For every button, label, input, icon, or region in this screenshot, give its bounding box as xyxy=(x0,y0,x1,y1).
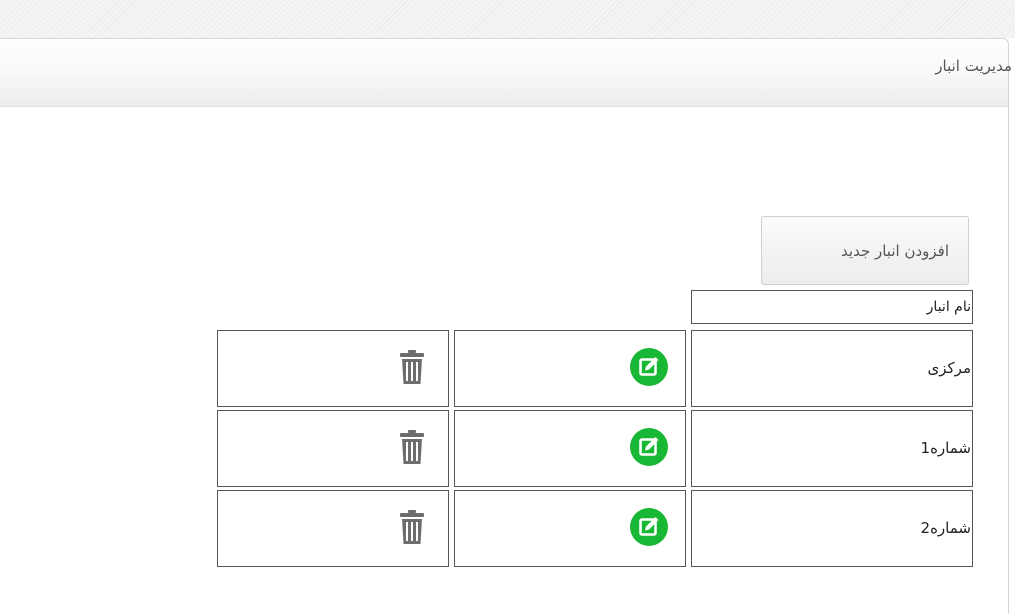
add-warehouse-button[interactable]: افزودن انبار جدید xyxy=(761,216,969,285)
warehouse-name-cell: شماره1 xyxy=(691,410,973,487)
delete-cell xyxy=(217,330,449,407)
panel-title: مدیریت انبار xyxy=(935,57,1012,75)
delete-cell xyxy=(217,410,449,487)
trash-icon[interactable] xyxy=(392,427,432,467)
page-background-strip xyxy=(0,0,1015,38)
warehouse-name-cell: شماره2 xyxy=(691,490,973,567)
edit-cell xyxy=(454,330,686,407)
column-header-warehouse-name: نام انبار xyxy=(691,290,973,324)
delete-cell xyxy=(217,490,449,567)
edit-cell xyxy=(454,490,686,567)
trash-icon[interactable] xyxy=(392,347,432,387)
edit-icon[interactable] xyxy=(629,507,669,547)
edit-icon[interactable] xyxy=(629,427,669,467)
edit-cell xyxy=(454,410,686,487)
trash-icon[interactable] xyxy=(392,507,432,547)
edit-icon[interactable] xyxy=(629,347,669,387)
panel-header: مدیریت انبار xyxy=(0,39,1012,107)
warehouse-name-cell: مرکزی xyxy=(691,330,973,407)
